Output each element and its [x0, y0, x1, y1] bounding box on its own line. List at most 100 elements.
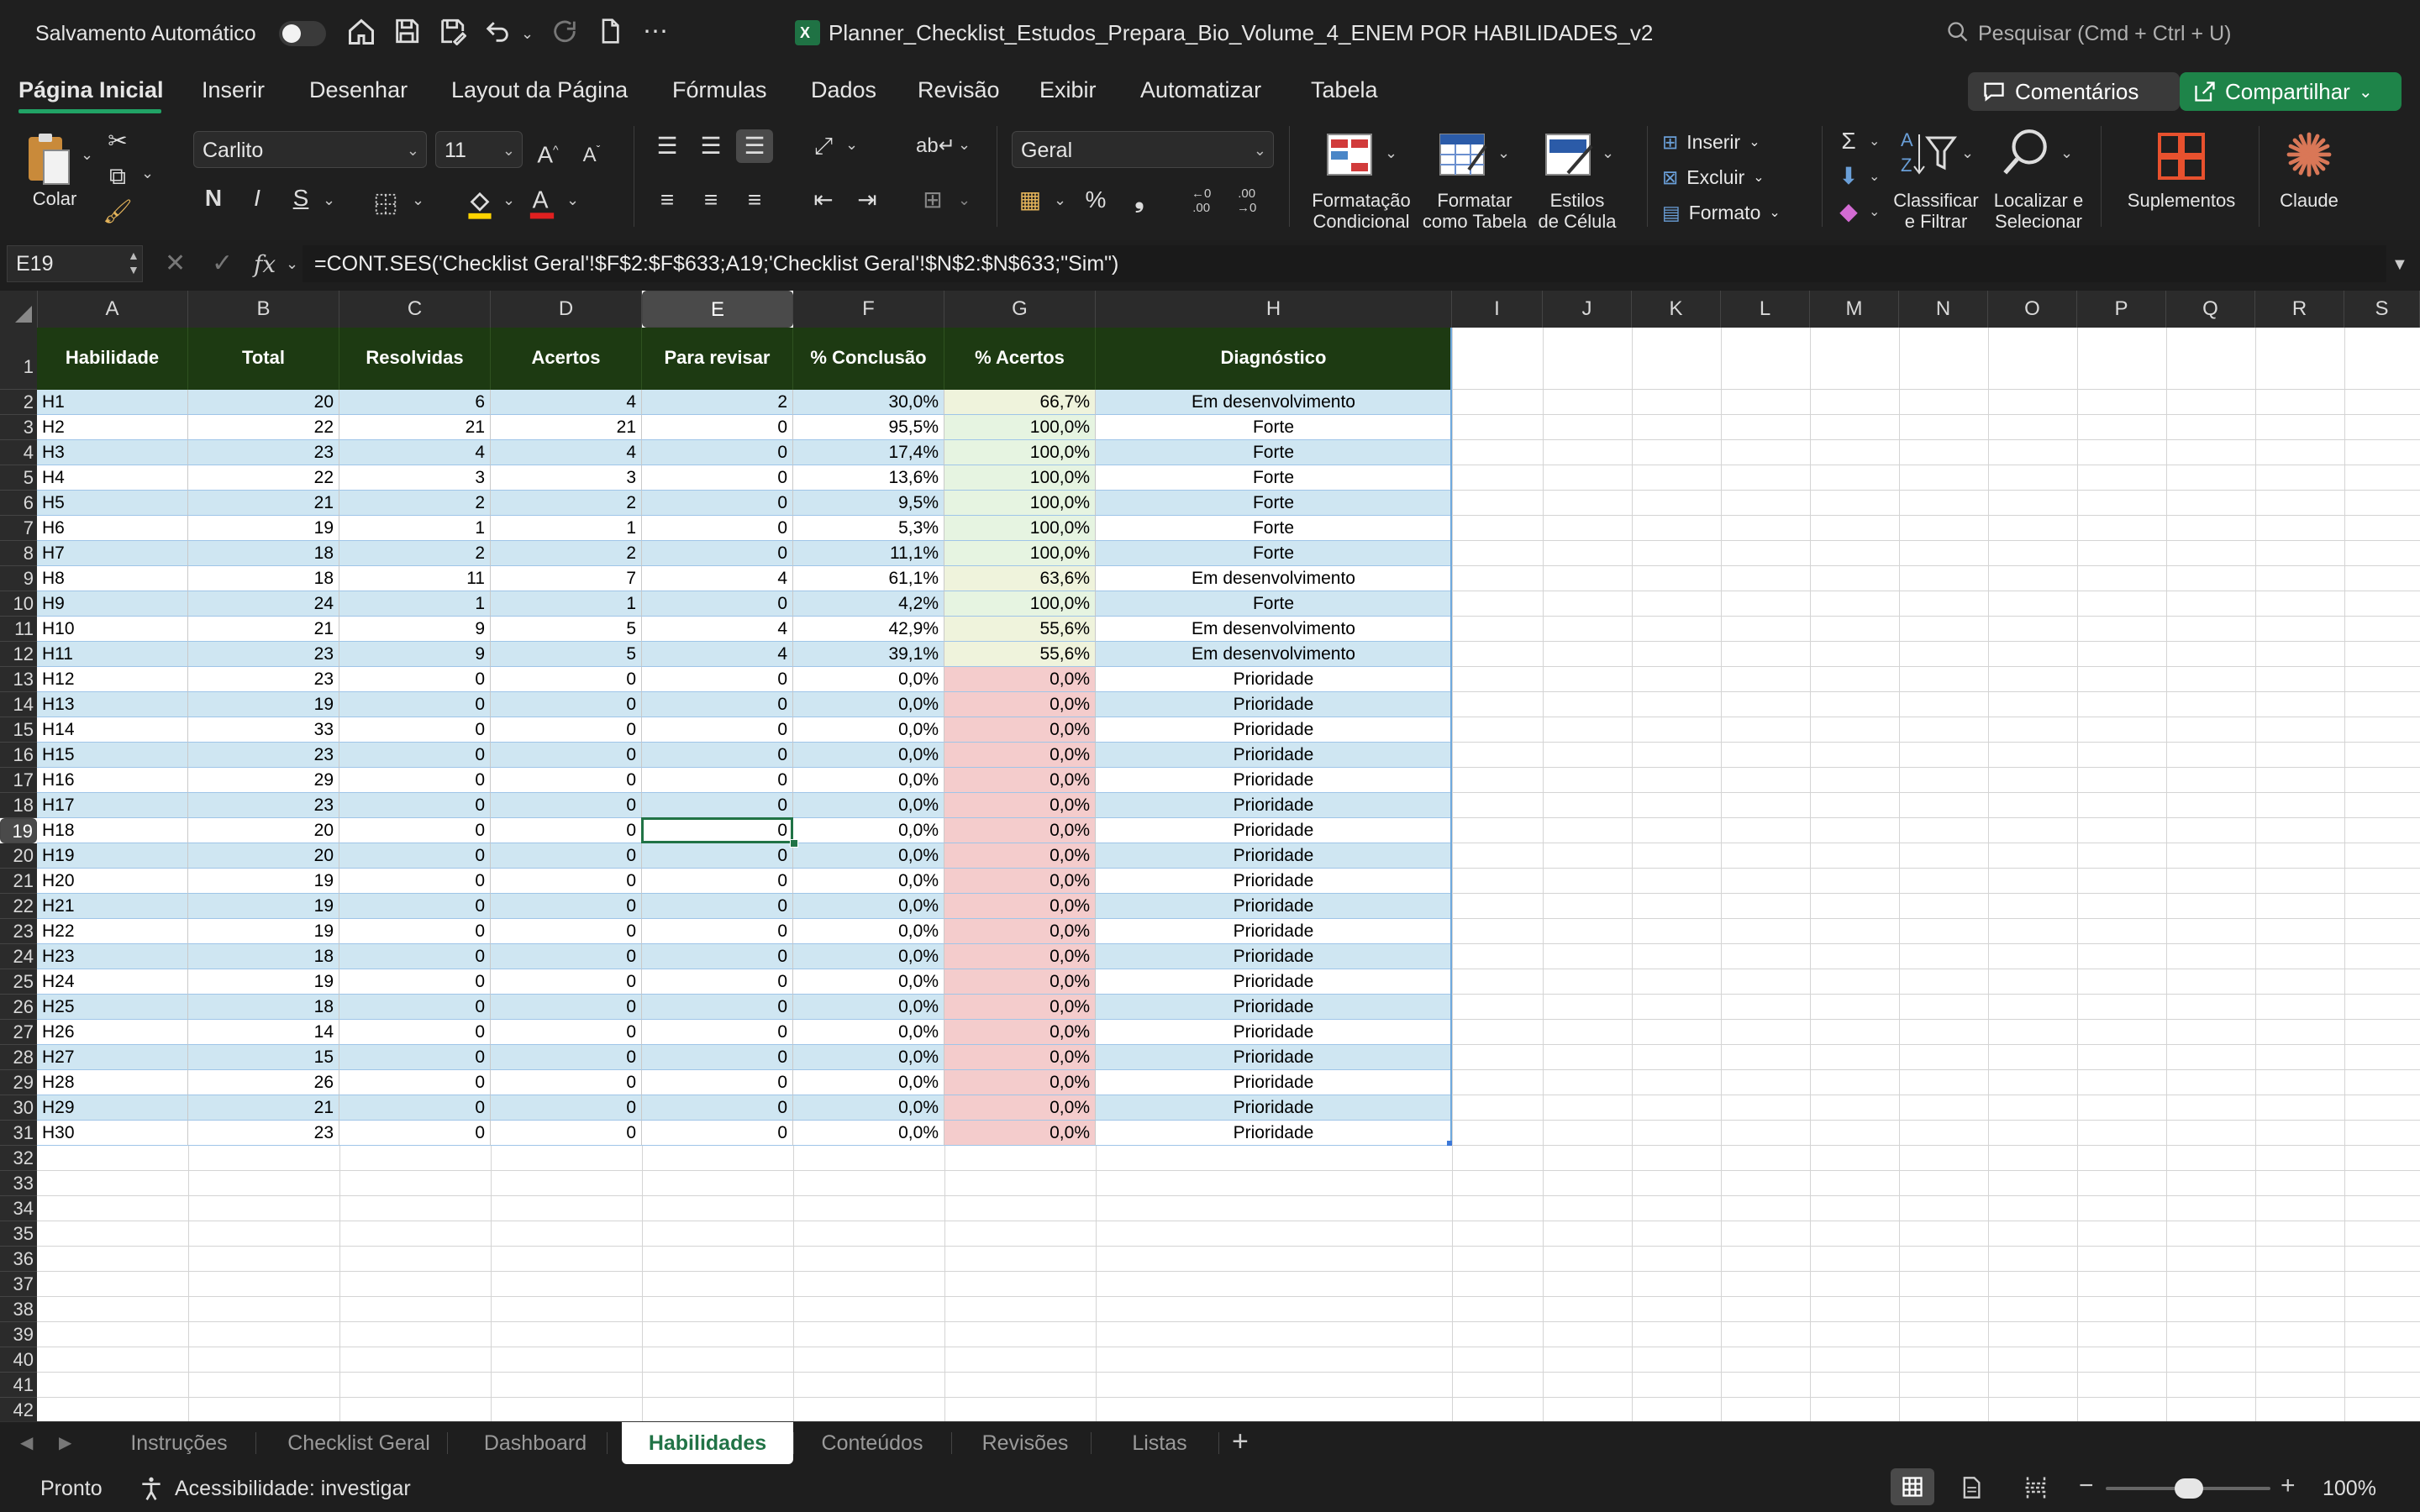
table-cell-para-revisar[interactable]: 0: [642, 843, 793, 869]
tab-pagina-inicial[interactable]: Página Inicial: [18, 77, 164, 103]
table-cell-habilidade[interactable]: H6: [37, 516, 188, 541]
table-cell-diagn-stico[interactable]: Forte: [1096, 591, 1452, 617]
cond-format-dropdown-icon[interactable]: ⌄: [1385, 144, 1397, 162]
find-select-icon[interactable]: [2000, 126, 2052, 182]
delete-cells-button[interactable]: ⊠ Excluir ⌄: [1662, 163, 1813, 192]
table-cell-para-revisar[interactable]: 0: [642, 919, 793, 944]
decrease-indent-icon[interactable]: ⇤: [807, 183, 840, 217]
table-cell-conclus-o[interactable]: 0,0%: [793, 717, 944, 743]
table-cell-acertos[interactable]: 7: [491, 566, 642, 591]
selected-cell-outline[interactable]: [641, 817, 793, 843]
fill-dropdown-icon[interactable]: ⌄: [1869, 168, 1880, 185]
table-cell-diagn-stico[interactable]: Em desenvolvimento: [1096, 566, 1452, 591]
column-header-s[interactable]: S: [2344, 291, 2420, 328]
table-cell-acertos[interactable]: 0,0%: [944, 667, 1096, 692]
table-cell-conclus-o[interactable]: 0,0%: [793, 1020, 944, 1045]
search-input[interactable]: Pesquisar (Cmd + Ctrl + U): [1978, 22, 2231, 46]
table-cell-total[interactable]: 23: [188, 1121, 339, 1146]
row-header-35[interactable]: 35: [0, 1221, 37, 1247]
row-header-33[interactable]: 33: [0, 1171, 37, 1196]
column-header-h[interactable]: H: [1096, 291, 1452, 328]
table-cell-acertos[interactable]: 0: [491, 944, 642, 969]
underline-dropdown-icon[interactable]: ⌄: [323, 192, 335, 209]
table-cell-resolvidas[interactable]: 9: [339, 617, 491, 642]
row-header-8[interactable]: 8: [0, 541, 37, 566]
table-cell-resolvidas[interactable]: 11: [339, 566, 491, 591]
table-cell-conclus-o[interactable]: 0,0%: [793, 843, 944, 869]
table-cell-diagn-stico[interactable]: Prioridade: [1096, 869, 1452, 894]
merge-center-icon[interactable]: ⊞: [916, 183, 950, 217]
copy-icon[interactable]: ⧉: [101, 160, 134, 193]
table-cell-conclus-o[interactable]: 39,1%: [793, 642, 944, 667]
font-size-select[interactable]: 11 ⌄: [435, 131, 523, 168]
table-cell-resolvidas[interactable]: 0: [339, 667, 491, 692]
sheet-tab-revis-es[interactable]: Revisões: [960, 1422, 1091, 1464]
table-cell-habilidade[interactable]: H22: [37, 919, 188, 944]
table-cell-acertos[interactable]: 0,0%: [944, 692, 1096, 717]
table-cell-total[interactable]: 33: [188, 717, 339, 743]
row-header-28[interactable]: 28: [0, 1045, 37, 1070]
table-cell-habilidade[interactable]: H25: [37, 995, 188, 1020]
table-cell-acertos[interactable]: 0: [491, 1121, 642, 1146]
row-header-41[interactable]: 41: [0, 1373, 37, 1398]
table-cell-habilidade[interactable]: H19: [37, 843, 188, 869]
table-cell-conclus-o[interactable]: 0,0%: [793, 1121, 944, 1146]
table-cell-para-revisar[interactable]: 4: [642, 566, 793, 591]
table-cell-acertos[interactable]: 0: [491, 969, 642, 995]
table-cell-acertos[interactable]: 100,0%: [944, 465, 1096, 491]
row-header-1[interactable]: 1: [0, 328, 37, 390]
column-header-c[interactable]: C: [339, 291, 491, 328]
column-header-q[interactable]: Q: [2166, 291, 2255, 328]
table-cell-para-revisar[interactable]: 0: [642, 491, 793, 516]
table-cell-acertos[interactable]: 0,0%: [944, 1095, 1096, 1121]
table-cell-resolvidas[interactable]: 2: [339, 541, 491, 566]
sheet-tab-instru-es[interactable]: Instruções: [103, 1422, 255, 1464]
namebox-stepper-icon[interactable]: ▲ ▼: [128, 249, 139, 277]
insert-cells-button[interactable]: ⊞ Inserir ⌄: [1662, 128, 1813, 156]
cancel-entry-icon[interactable]: ✕: [165, 249, 186, 278]
row-header-37[interactable]: 37: [0, 1272, 37, 1297]
bold-button[interactable]: N: [197, 181, 230, 215]
row-header-10[interactable]: 10: [0, 591, 37, 617]
number-format-select[interactable]: Geral ⌄: [1012, 131, 1274, 168]
column-header-d[interactable]: D: [491, 291, 642, 328]
format-as-table-icon[interactable]: [1439, 133, 1489, 182]
column-header-l[interactable]: L: [1721, 291, 1810, 328]
row-header-38[interactable]: 38: [0, 1297, 37, 1322]
table-cell-para-revisar[interactable]: 0: [642, 793, 793, 818]
table-cell-acertos[interactable]: 0: [491, 667, 642, 692]
table-cell-diagn-stico[interactable]: Prioridade: [1096, 995, 1452, 1020]
table-cell-conclus-o[interactable]: 17,4%: [793, 440, 944, 465]
title-chevron-icon[interactable]: ⌄: [1603, 22, 1616, 39]
table-cell-acertos[interactable]: 0,0%: [944, 843, 1096, 869]
tab-dados[interactable]: Dados: [811, 77, 876, 103]
row-header-40[interactable]: 40: [0, 1347, 37, 1373]
align-bottom-icon[interactable]: ☰: [736, 129, 773, 163]
claude-icon[interactable]: [2284, 129, 2334, 184]
table-cell-habilidade[interactable]: H7: [37, 541, 188, 566]
table-cell-diagn-stico[interactable]: Forte: [1096, 465, 1452, 491]
table-cell-para-revisar[interactable]: 0: [642, 894, 793, 919]
tab-inserir[interactable]: Inserir: [202, 77, 265, 103]
font-name-select[interactable]: Carlito ⌄: [193, 131, 427, 168]
tab-automatizar[interactable]: Automatizar: [1140, 77, 1261, 103]
table-cell-acertos[interactable]: 0,0%: [944, 944, 1096, 969]
table-cell-conclus-o[interactable]: 0,0%: [793, 1045, 944, 1070]
table-cell-habilidade[interactable]: H20: [37, 869, 188, 894]
wrap-text-icon[interactable]: ab↵: [916, 129, 955, 163]
row-header-39[interactable]: 39: [0, 1322, 37, 1347]
sheet-tab-dashboard[interactable]: Dashboard: [464, 1422, 607, 1464]
zoom-in-icon[interactable]: +: [2281, 1472, 2296, 1500]
document-title[interactable]: Planner_Checklist_Estudos_Prepara_Bio_Vo…: [829, 20, 1653, 46]
table-cell-total[interactable]: 19: [188, 919, 339, 944]
table-cell-acertos[interactable]: 100,0%: [944, 440, 1096, 465]
table-cell-habilidade[interactable]: H1: [37, 390, 188, 415]
table-cell-acertos[interactable]: 4: [491, 440, 642, 465]
row-header-3[interactable]: 3: [0, 415, 37, 440]
table-cell-resolvidas[interactable]: 0: [339, 995, 491, 1020]
sheet-tab-listas[interactable]: Listas: [1101, 1422, 1218, 1464]
row-header-26[interactable]: 26: [0, 995, 37, 1020]
conditional-format-label[interactable]: Formatação Condicional: [1304, 190, 1418, 232]
addins-label[interactable]: Suplementos: [2118, 190, 2245, 211]
table-cell-para-revisar[interactable]: 0: [642, 516, 793, 541]
